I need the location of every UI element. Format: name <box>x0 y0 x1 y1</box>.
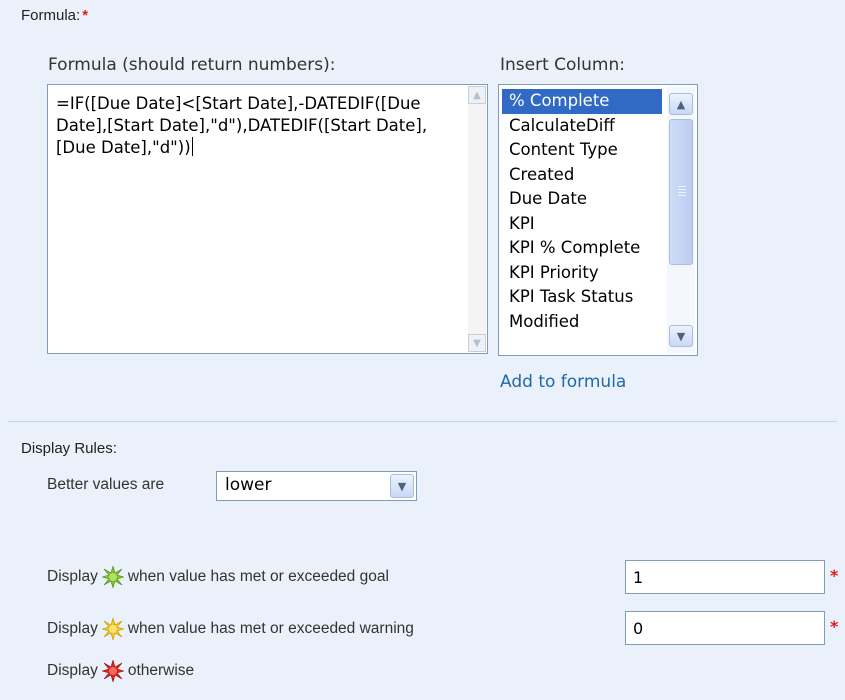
rule-suffix: otherwise <box>127 662 195 679</box>
column-option[interactable]: Content Type <box>502 138 662 163</box>
required-mark: * <box>830 566 839 585</box>
grip-icon <box>678 186 686 198</box>
column-option[interactable]: KPI Task Status <box>502 285 662 310</box>
column-list-scrollbar[interactable]: ▲ ▼ <box>667 87 695 353</box>
column-option[interactable]: KPI % Complete <box>502 236 662 261</box>
formula-section: Formula: * Formula (should return numbers… <box>0 0 845 420</box>
better-values-label: Better values are <box>47 476 165 493</box>
green-star-icon <box>101 566 124 588</box>
insert-column-header: Insert Column: <box>500 55 625 75</box>
warning-value-input[interactable] <box>625 611 825 645</box>
formula-text[interactable]: =IF([Due Date]<[Start Date],-DATEDIF([Du… <box>56 93 456 159</box>
chevron-down-icon[interactable]: ▼ <box>390 474 414 498</box>
required-mark: * <box>82 7 89 24</box>
column-option[interactable]: KPI Priority <box>502 261 662 286</box>
formula-textarea[interactable]: =IF([Due Date]<[Start Date],-DATEDIF([Du… <box>47 84 488 354</box>
formula-value: =IF([Due Date]<[Start Date],-DATEDIF([Du… <box>56 94 428 157</box>
formula-label: Formula: * <box>21 7 88 24</box>
rule-suffix: when value has met or exceeded goal <box>127 568 389 585</box>
column-option[interactable]: % Complete <box>502 89 662 114</box>
better-values-select[interactable]: lower ▼ <box>216 471 417 501</box>
formula-label-text: Formula: <box>21 7 81 24</box>
better-values-selected: lower <box>225 475 272 495</box>
scroll-up-icon[interactable]: ▲ <box>468 86 486 104</box>
formula-header: Formula (should return numbers): <box>48 55 336 75</box>
column-option[interactable]: Created <box>502 163 662 188</box>
yellow-star-icon <box>101 618 124 640</box>
rule-suffix: when value has met or exceeded warning <box>127 620 414 637</box>
red-star-icon <box>101 660 124 682</box>
rule-prefix: Display <box>47 568 98 585</box>
insert-column-list[interactable]: % Complete CalculateDiff Content Type Creat… <box>498 84 698 356</box>
chevron-up-icon[interactable]: ▲ <box>669 93 693 115</box>
scroll-down-icon[interactable]: ▼ <box>468 334 486 352</box>
column-option[interactable]: Modified <box>502 310 662 335</box>
rule-warning: Display when value has met or exceeded w… <box>47 618 414 640</box>
column-option[interactable]: KPI <box>502 212 662 237</box>
required-mark: * <box>830 617 839 636</box>
rule-prefix: Display <box>47 620 98 637</box>
chevron-down-icon[interactable]: ▼ <box>669 325 693 347</box>
add-to-formula-link[interactable]: Add to formula <box>500 372 626 392</box>
text-caret <box>191 137 193 156</box>
goal-value-input[interactable] <box>625 560 825 594</box>
rule-otherwise: Display otherwise <box>47 660 194 682</box>
column-option[interactable]: Due Date <box>502 187 662 212</box>
scroll-thumb[interactable] <box>669 119 693 265</box>
rule-prefix: Display <box>47 662 98 679</box>
column-list-items: % Complete CalculateDiff Content Type Creat… <box>502 89 662 334</box>
column-option[interactable]: CalculateDiff <box>502 114 662 139</box>
formula-scrollbar[interactable]: ▲ ▼ <box>468 86 486 352</box>
rule-goal: Display when value has met or exceeded g… <box>47 566 389 588</box>
display-rules-label: Display Rules: <box>21 440 117 457</box>
